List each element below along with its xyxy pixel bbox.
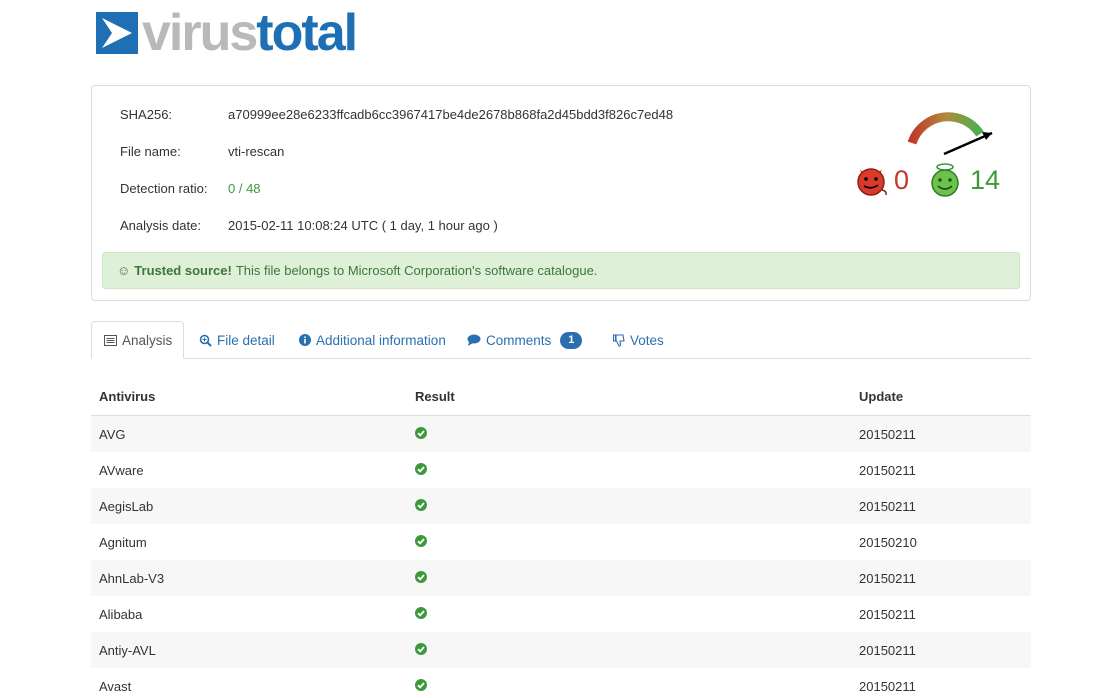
update-date: 20150211	[859, 426, 916, 442]
analysis-date-value: 2015-02-11 10:08:24 UTC ( 1 day, 1 hour …	[228, 217, 498, 233]
malicious-votes[interactable]: 0	[854, 164, 909, 196]
check-circle-icon	[415, 606, 427, 622]
trusted-source-alert: ☺ Trusted source! This file belongs to M…	[102, 252, 1020, 289]
tab-additional-information-label: Additional information	[316, 332, 446, 348]
trusted-source-text: This file belongs to Microsoft Corporati…	[235, 263, 598, 278]
antivirus-name: Avast	[99, 678, 132, 694]
update-date: 20150211	[859, 570, 916, 586]
check-circle-icon	[415, 570, 427, 586]
antivirus-name: Agnitum	[99, 534, 147, 550]
column-header-result[interactable]: Result	[407, 389, 851, 404]
table-row: Antiy-AVL 20150211	[91, 632, 1031, 668]
malicious-votes-count: 0	[894, 164, 910, 195]
file-name-value: vti-rescan	[228, 143, 285, 159]
check-circle-icon	[415, 498, 427, 514]
virustotal-logo[interactable]: virustotal	[96, 4, 358, 62]
comment-icon	[467, 334, 481, 346]
tab-votes[interactable]: Votes	[601, 321, 676, 359]
tab-additional-information[interactable]: Additional information	[287, 321, 458, 359]
analysis-date-row: Analysis date: 2015-02-11 10:08:24 UTC (…	[120, 215, 498, 235]
table-body: AVG 20150211 AVware 20150211 AegisLab 2015021…	[91, 416, 1031, 698]
info-icon	[299, 334, 311, 346]
virustotal-logo-icon	[96, 12, 138, 54]
antivirus-name: AhnLab-V3	[99, 570, 165, 586]
result-cell	[407, 498, 851, 514]
tab-comments[interactable]: Comments 1	[455, 321, 594, 359]
report-tabs: Analysis File detail Additional informat…	[91, 321, 1031, 359]
table-row: Agnitum 20150210	[91, 524, 1031, 560]
antivirus-name: Alibaba	[99, 606, 143, 622]
thumbs-down-icon	[613, 333, 625, 347]
trusted-source-strong: Trusted source!	[134, 263, 232, 278]
update-date: 20150210	[859, 534, 917, 550]
antivirus-name: AVG	[99, 426, 126, 442]
check-circle-icon	[415, 642, 427, 658]
harmless-votes-count: 14	[970, 164, 1001, 195]
table-row: AhnLab-V3 20150211	[91, 560, 1031, 596]
file-name-label: File name:	[120, 143, 181, 159]
update-date: 20150211	[859, 462, 916, 478]
tab-file-detail[interactable]: File detail	[187, 321, 287, 359]
sha256-row: SHA256: a70999ee28e6233ffcadb6cc3967417b…	[120, 104, 673, 124]
table-row: Alibaba 20150211	[91, 596, 1031, 632]
result-cell	[407, 606, 851, 622]
antivirus-results-table: Antivirus Result Update AVG 20150211 AVwar…	[91, 378, 1031, 698]
tab-votes-label: Votes	[630, 332, 664, 348]
check-circle-icon	[415, 678, 427, 694]
check-circle-icon	[415, 462, 427, 478]
tab-file-detail-label: File detail	[217, 332, 275, 348]
table-row: AVG 20150211	[91, 416, 1031, 452]
smile-icon: ☺	[117, 263, 131, 278]
antivirus-name: Antiy-AVL	[99, 642, 156, 658]
check-circle-icon	[415, 534, 427, 550]
angel-icon	[931, 163, 959, 197]
update-date: 20150211	[859, 606, 916, 622]
detection-ratio-label: Detection ratio:	[120, 180, 208, 196]
antivirus-name: AegisLab	[99, 498, 154, 514]
tab-analysis-label: Analysis	[122, 332, 173, 348]
result-cell	[407, 426, 851, 442]
virustotal-wordmark: virustotal	[142, 4, 358, 62]
detection-ratio-row: Detection ratio: 0 / 48	[120, 178, 261, 198]
check-circle-icon	[415, 426, 427, 442]
table-row: AegisLab 20150211	[91, 488, 1031, 524]
result-cell	[407, 462, 851, 478]
result-cell	[407, 570, 851, 586]
result-cell	[407, 642, 851, 658]
result-cell	[407, 534, 851, 550]
result-cell	[407, 678, 851, 694]
antivirus-name: AVware	[99, 462, 144, 478]
sha256-label: SHA256:	[120, 106, 173, 122]
zoom-icon	[199, 334, 212, 347]
update-date: 20150211	[859, 642, 916, 658]
tab-analysis[interactable]: Analysis	[91, 321, 184, 359]
tab-comments-label: Comments	[486, 332, 552, 348]
harmless-votes[interactable]: 14	[928, 162, 1000, 198]
column-header-antivirus[interactable]: Antivirus	[91, 389, 407, 404]
analysis-date-label: Analysis date:	[120, 217, 201, 233]
file-summary-panel: SHA256: a70999ee28e6233ffcadb6cc3967417b…	[91, 85, 1031, 301]
comments-count-badge: 1	[560, 331, 583, 349]
column-header-update[interactable]: Update	[851, 389, 1031, 404]
update-date: 20150211	[859, 678, 916, 694]
sha256-value: a70999ee28e6233ffcadb6cc3967417be4de2678…	[228, 106, 674, 122]
list-icon	[104, 334, 117, 346]
update-date: 20150211	[859, 498, 916, 514]
detection-ratio-value: 0 / 48	[228, 180, 261, 196]
table-row: Avast 20150211	[91, 668, 1031, 698]
table-header-row: Antivirus Result Update	[91, 378, 1031, 416]
devil-icon	[857, 168, 887, 196]
table-row: AVware 20150211	[91, 452, 1031, 488]
file-name-row: File name: vti-rescan	[120, 141, 284, 161]
